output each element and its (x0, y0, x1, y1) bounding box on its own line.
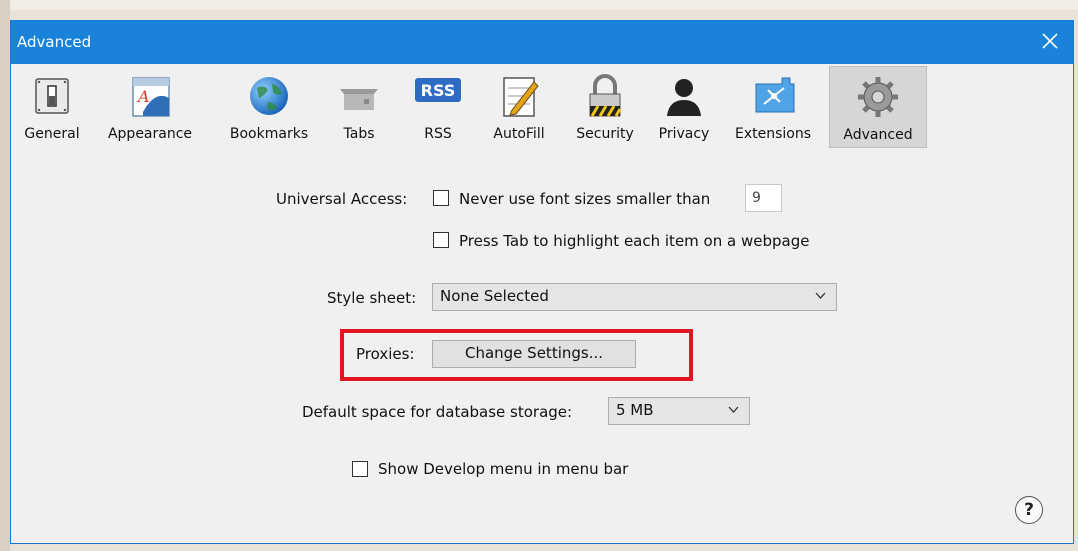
proxies-label: Proxies: (356, 345, 415, 363)
padlock-icon (589, 74, 622, 117)
press-tab-highlight-label: Press Tab to highlight each item on a we… (459, 232, 810, 250)
preferences-toolbar: General A Appearance Bookmarks Tabs RSS … (11, 64, 1073, 174)
minimum-font-size-field[interactable]: 9 (745, 184, 782, 212)
tab-appearance-label: Appearance (107, 126, 193, 142)
advanced-preferences-window: Advanced General A Appearance Bookmarks … (10, 20, 1074, 544)
change-settings-button[interactable]: Change Settings... (432, 340, 636, 368)
never-use-font-sizes-label: Never use font sizes smaller than (459, 190, 711, 208)
tab-privacy[interactable]: Privacy (649, 66, 719, 146)
show-develop-menu-label: Show Develop menu in menu bar (378, 460, 629, 478)
style-sheet-select[interactable]: None Selected (432, 283, 837, 311)
desktop-background (0, 0, 1078, 10)
chevron-down-icon (815, 292, 826, 299)
tab-appearance[interactable]: A Appearance (91, 66, 209, 146)
gears-icon (858, 77, 898, 117)
tab-rss-label: RSS (424, 126, 452, 142)
tab-advanced-label: Advanced (843, 127, 913, 143)
tab-advanced[interactable]: Advanced (829, 66, 927, 148)
pencil-form-icon (503, 77, 539, 117)
style-sheet-label: Style sheet: (327, 289, 417, 307)
show-develop-menu-checkbox[interactable] (352, 461, 368, 477)
advanced-settings-pane: Universal Access: Never use font sizes s… (11, 174, 1073, 543)
rss-icon: RSS (415, 78, 461, 102)
database-storage-label: Default space for database storage: (302, 403, 573, 421)
tab-security[interactable]: Security (565, 66, 645, 146)
globe-icon (250, 77, 288, 115)
help-button[interactable]: ? (1015, 496, 1043, 524)
tab-general[interactable]: General (19, 66, 85, 146)
press-tab-highlight-checkbox[interactable] (433, 232, 449, 248)
database-storage-select[interactable]: 5 MB (608, 397, 750, 425)
appearance-icon: A (132, 77, 170, 117)
universal-access-label: Universal Access: (276, 190, 408, 208)
switch-icon (35, 78, 69, 114)
desktop-background-edge (0, 0, 10, 551)
tab-privacy-label: Privacy (658, 126, 710, 142)
person-silhouette-icon (667, 79, 701, 116)
close-icon[interactable] (1035, 26, 1065, 56)
style-sheet-value: None Selected (440, 287, 549, 305)
tab-extensions-label: Extensions (734, 126, 812, 142)
svg-text:A: A (136, 87, 150, 106)
tab-bookmarks[interactable]: Bookmarks (219, 66, 319, 146)
tabs-icon (340, 89, 378, 110)
database-storage-value: 5 MB (616, 401, 654, 419)
tab-tabs[interactable]: Tabs (329, 66, 389, 146)
rss-badge-text: RSS (421, 81, 456, 100)
tab-extensions[interactable]: Extensions (725, 66, 821, 146)
chevron-down-icon (728, 406, 739, 413)
tab-security-label: Security (576, 126, 634, 142)
compass-puzzle-icon (755, 77, 795, 113)
window-title: Advanced (17, 33, 92, 51)
never-use-font-sizes-checkbox[interactable] (433, 190, 449, 206)
tab-autofill-label: AutoFill (493, 126, 545, 142)
tab-general-label: General (24, 126, 80, 142)
tab-autofill[interactable]: AutoFill (479, 66, 559, 146)
title-bar: Advanced (11, 21, 1073, 64)
tab-tabs-label: Tabs (343, 126, 375, 142)
tab-bookmarks-label: Bookmarks (229, 126, 309, 142)
tab-rss[interactable]: RSS RSS (403, 66, 473, 146)
